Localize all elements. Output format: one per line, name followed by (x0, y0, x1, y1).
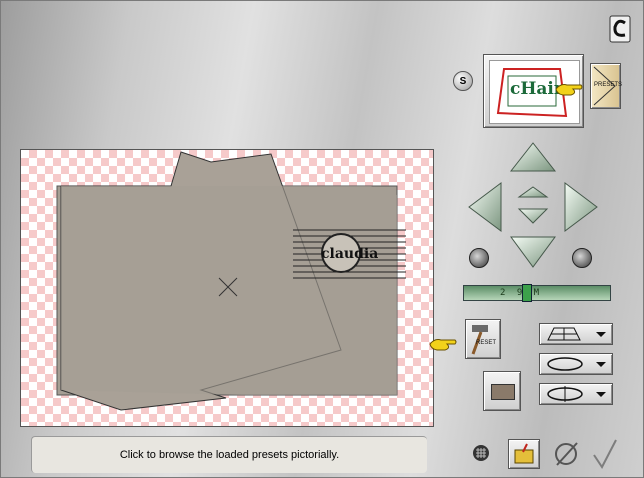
rotation-dropdown[interactable] (539, 353, 613, 375)
rotate-icon (547, 357, 606, 371)
preview-image (56, 151, 406, 411)
step-down-button[interactable] (517, 208, 549, 224)
status-message: Click to browse the loaded presets picto… (119, 449, 340, 461)
zoom-slider-ticks: 2 9 M (500, 288, 543, 298)
shuffle-letter: S (459, 75, 467, 87)
flip-icon (547, 386, 606, 402)
grid-icon[interactable] (473, 445, 489, 461)
rotate-right-button[interactable] (572, 248, 592, 268)
arrow-up-button[interactable] (509, 142, 557, 172)
presets-label: PRESETS (594, 82, 623, 88)
step-up-button[interactable] (517, 186, 549, 198)
folder-icon (514, 443, 534, 464)
flip-dropdown[interactable] (539, 383, 613, 405)
logo-icon (609, 15, 631, 43)
rotate-left-button[interactable] (469, 248, 489, 268)
hand-pointer-icon (555, 81, 583, 97)
watermark-text: claudia (321, 246, 379, 262)
arrow-down-button[interactable] (510, 236, 556, 268)
presets-button[interactable]: PRESETS (590, 63, 623, 109)
cancel-icon (555, 442, 578, 466)
preview-canvas[interactable]: claudia (20, 149, 434, 427)
reset-label: RESET (476, 340, 497, 346)
shuffle-button[interactable]: S (453, 71, 473, 91)
cancel-button[interactable] (551, 439, 581, 469)
preview-toggle-button[interactable] (483, 371, 521, 411)
reset-button[interactable]: RESET (465, 319, 501, 359)
open-folder-button[interactable] (508, 439, 540, 469)
zoom-slider[interactable]: 2 9 M (463, 284, 611, 302)
hand-pointer-icon (429, 336, 457, 352)
ok-button[interactable] (590, 437, 620, 471)
status-bar: Click to browse the loaded presets picto… (31, 436, 427, 473)
arrow-right-button[interactable] (564, 182, 598, 232)
checkmark-icon (593, 439, 617, 469)
perspective-grid-icon (547, 327, 606, 341)
perspective-dropdown[interactable] (539, 323, 613, 345)
hammer-icon (471, 325, 488, 355)
arrow-left-button[interactable] (468, 182, 502, 232)
filter-dialog: S cHair PRESETS claudia 2 9 M RESET Clic… (0, 0, 644, 478)
